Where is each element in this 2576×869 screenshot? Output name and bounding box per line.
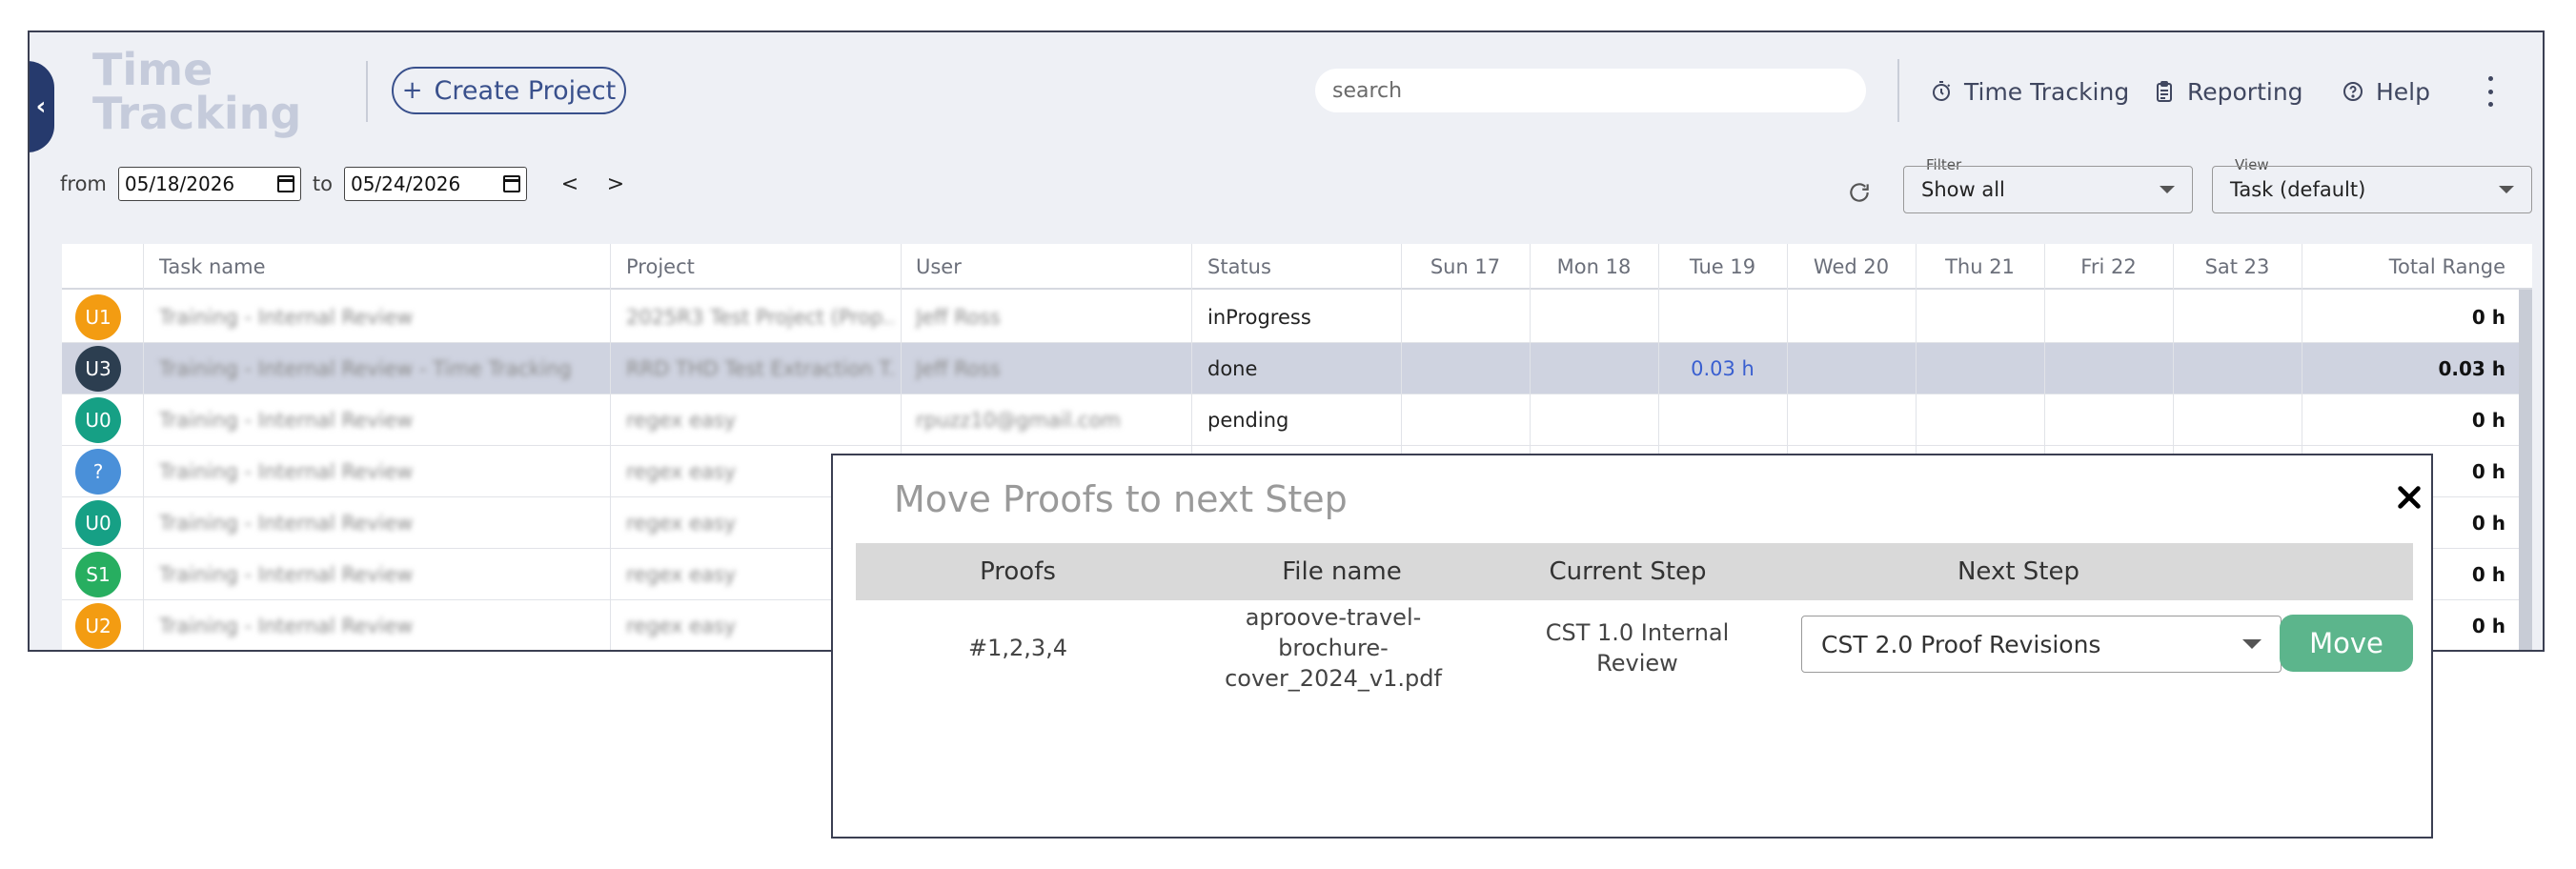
page-title: Time Tracking [92,44,302,139]
nav-reporting[interactable]: Reporting [2153,72,2303,111]
avatar: U0 [75,397,121,443]
task-name-cell: Training - Internal Review [159,409,414,432]
hours-cell[interactable]: 0.03 h [1658,343,1787,394]
current-step-cell: CST 1.0 Internal Review [1545,619,1730,677]
to-label: to [312,172,333,195]
project-cell: RRD THD Test Extraction T... [626,357,893,380]
vertical-scrollbar[interactable] [2519,290,2532,650]
calendar-icon[interactable] [502,175,520,192]
search-input[interactable] [1315,69,1866,112]
table-row[interactable]: U0 Training - Internal Review regex easy rp… [62,394,2532,446]
more-menu-icon[interactable] [2481,76,2500,107]
avatar: U3 [75,346,121,392]
filter-select[interactable]: Show all [1903,166,2193,213]
total-range-cell: 0.03 h [2438,357,2505,380]
create-project-button[interactable]: + Create Project [392,67,626,114]
move-proofs-dialog: Move Proofs to next Step Proofs File nam… [831,454,2433,839]
project-cell: 2025R3 Test Project (Prop... [626,306,893,329]
column-header: Next Step [1957,557,2080,586]
column-header: File name [1282,557,1402,586]
column-header[interactable]: Wed 20 [1787,244,1916,290]
dialog-title: Move Proofs to next Step [894,478,1348,520]
from-label: from [60,172,107,195]
divider [366,61,368,122]
column-header[interactable]: Status [1207,244,1271,290]
to-date-input[interactable]: 05/24/2026 [343,167,527,201]
previous-week-button[interactable]: < [556,170,584,198]
column-header[interactable]: Tue 19 [1658,244,1787,290]
from-date-input[interactable]: 05/18/2026 [117,167,301,201]
file-name-cell: aproove-travel-brochure-cover_2024_v1.pd… [1225,604,1442,692]
caret-down-icon [2242,639,2262,649]
avatar: U1 [75,294,121,340]
dialog-table-header: Proofs File name Current Step Next Step [856,543,2413,600]
caret-down-icon [2160,186,2175,193]
plus-icon: + [401,76,423,105]
next-step-select[interactable]: CST 2.0 Proof Revisions [1801,616,2282,673]
date-range: from 05/18/2026 to 05/24/2026 < > [60,166,630,202]
calendar-icon[interactable] [276,175,294,192]
nav-help[interactable]: Help [2342,72,2430,111]
total-range-cell: 0 h [2471,306,2505,329]
column-header[interactable]: Fri 22 [2044,244,2173,290]
hours-cell[interactable] [1658,292,1787,343]
chevron-left-icon: ‹ [35,92,47,121]
help-circle-icon [2343,82,2363,101]
hours-cell[interactable] [1658,394,1787,446]
table-row[interactable]: U1 Training - Internal Review 2025R3 Test … [62,292,2532,343]
column-header[interactable]: Total Range [2302,244,2505,290]
view-select[interactable]: Task (default) [2212,166,2532,213]
column-header[interactable]: User [916,244,962,290]
task-name-cell: Training - Internal Review [159,512,414,535]
clipboard-icon [2157,81,2172,102]
column-header: Proofs [980,557,1056,586]
column-divider [143,244,144,650]
user-cell: rpuzz10@gmail.com [916,409,1121,432]
total-range-cell: 0 h [2471,409,2505,432]
status-cell: inProgress [1207,306,1311,329]
column-header[interactable]: Task name [159,244,266,290]
table-row[interactable]: U3 Training - Internal Review - Time Trac… [62,343,2532,394]
task-name-cell: Training - Internal Review [159,460,414,483]
move-button[interactable]: Move [2280,615,2413,672]
task-name-cell: Training - Internal Review - Time Tracki… [159,357,572,380]
column-divider [610,244,611,650]
status-cell: pending [1207,409,1289,432]
avatar: U2 [75,603,121,649]
status-cell: done [1207,357,1258,380]
nav-time-tracking[interactable]: Time Tracking [1930,72,2129,111]
avatar: U0 [75,500,121,546]
column-header[interactable]: Thu 21 [1916,244,2044,290]
user-cell: Jeff Ross [916,306,1001,329]
divider [1897,59,1899,122]
column-header: Current Step [1549,557,1707,586]
column-header[interactable]: Project [626,244,695,290]
refresh-icon[interactable] [1847,180,1872,205]
column-header[interactable]: Sun 17 [1401,244,1530,290]
task-name-cell: Training - Internal Review [159,306,414,329]
sidebar-toggle[interactable]: ‹ [30,61,54,152]
proofs-cell: #1,2,3,4 [967,635,1068,661]
column-header[interactable]: Sat 23 [2173,244,2302,290]
project-cell: regex easy [626,409,737,432]
user-cell: Jeff Ross [916,357,1001,380]
caret-down-icon [2499,186,2514,193]
grid-header: Task name Project User Status Sun 17 Mon… [62,244,2532,290]
stopwatch-icon [1933,81,1951,101]
avatar: S1 [75,552,121,597]
task-name-cell: Training - Internal Review [159,615,414,637]
next-week-button[interactable]: > [601,170,630,198]
close-icon[interactable] [2394,482,2424,513]
avatar: ? [75,449,121,495]
column-header[interactable]: Mon 18 [1530,244,1658,290]
task-name-cell: Training - Internal Review [159,563,414,586]
